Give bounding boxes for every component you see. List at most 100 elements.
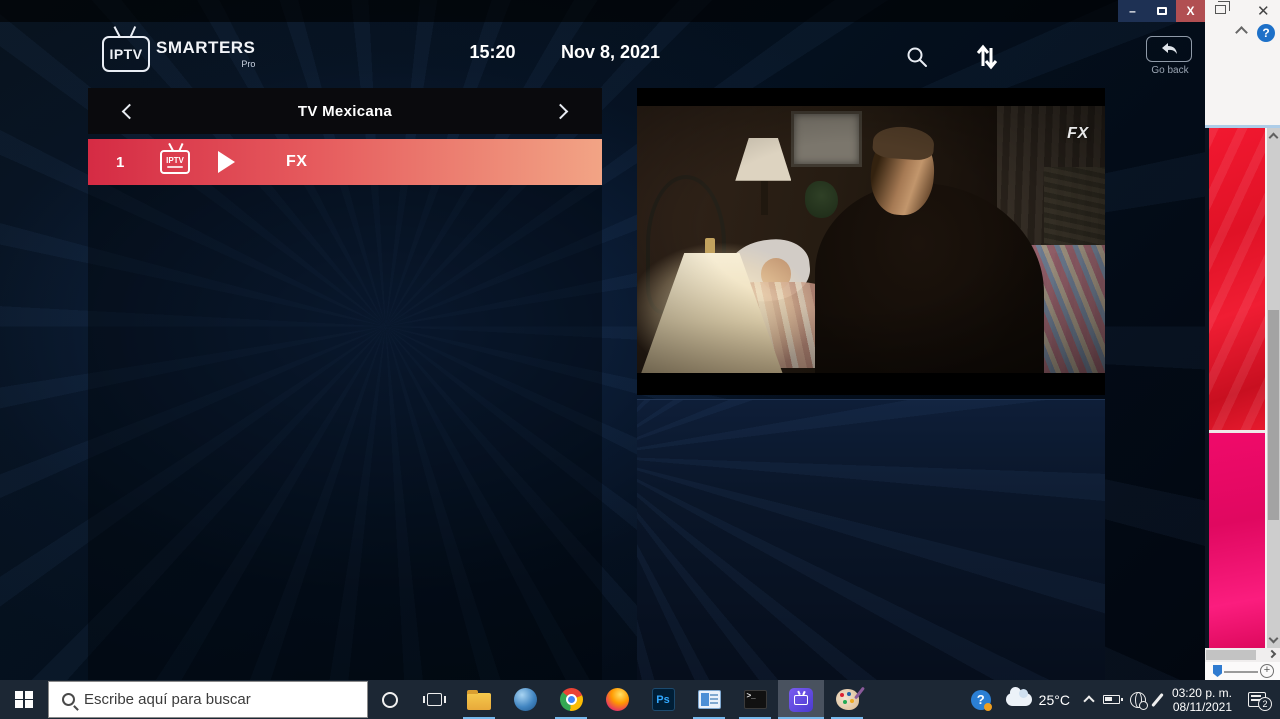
channel-name: FX	[286, 153, 307, 171]
app-titlebar[interactable]	[0, 0, 1205, 22]
taskbar-terminal[interactable]: >_	[732, 680, 778, 719]
sort-icon[interactable]	[972, 42, 1002, 72]
background-window[interactable]: ✕ ? +	[1205, 0, 1280, 680]
tray-help[interactable]: ?	[966, 680, 996, 719]
taskbar-paint[interactable]	[824, 680, 870, 719]
system-tray: ? 25°C 03:20 p. m. 08/11/2021	[966, 680, 1280, 719]
vertical-scrollbar[interactable]	[1267, 128, 1280, 648]
bgwin-red-image	[1209, 128, 1265, 432]
category-title: TV Mexicana	[298, 103, 392, 120]
taskbar-search-input[interactable]	[84, 691, 334, 708]
tray-date: 08/11/2021	[1173, 700, 1232, 714]
scroll-right-icon[interactable]	[1268, 650, 1276, 658]
cortana-icon	[382, 692, 398, 708]
paint-icon	[836, 689, 859, 710]
back-arrow-icon	[1159, 42, 1179, 56]
chrome-icon	[560, 688, 583, 711]
battery-icon	[1103, 695, 1120, 704]
network-globe-icon	[1130, 692, 1146, 708]
notification-badge: 2	[1258, 697, 1272, 711]
channel-number: 1	[116, 154, 136, 171]
logo-iptv-text: IPTV	[109, 46, 142, 62]
tray-network[interactable]	[1125, 680, 1151, 719]
tray-clock[interactable]: 03:20 p. m. 08/11/2021	[1164, 686, 1240, 714]
tv-logo-icon: IPTV	[102, 36, 150, 72]
windows-logo-icon	[15, 691, 33, 709]
iptv-smarters-icon	[789, 688, 813, 712]
taskbar-search-icon	[62, 693, 75, 706]
fx-watermark: FX	[1067, 125, 1088, 143]
taskbar-photoshop[interactable]: Ps	[640, 680, 686, 719]
tray-temperature: 25°C	[1039, 692, 1070, 708]
bgwin-help-icon[interactable]: ?	[1257, 24, 1275, 42]
window-controls: – X	[1118, 0, 1205, 22]
bgwin-close-icon[interactable]: ✕	[1257, 2, 1270, 20]
weather-cloud-icon	[1006, 693, 1032, 706]
zoom-in-icon[interactable]: +	[1260, 664, 1274, 678]
desktop-screen: – X IPTV SMARTERS Pro 15:20 Nov 8, 2021	[0, 0, 1280, 719]
video-player[interactable]: FX	[637, 88, 1105, 395]
logo-smarters-text: SMARTERS	[156, 38, 255, 58]
go-back-button[interactable]	[1146, 36, 1192, 62]
tray-pen[interactable]	[1151, 680, 1164, 719]
task-view-icon	[427, 693, 442, 706]
bgwin-restore-icon[interactable]	[1215, 5, 1226, 14]
channel-logo-text: IPTV	[166, 157, 184, 165]
tray-notifications[interactable]: 2	[1240, 680, 1280, 719]
taskbar-iptv-smarters[interactable]	[778, 680, 824, 719]
taskbar-search-box[interactable]	[48, 681, 368, 718]
start-button[interactable]	[0, 680, 48, 719]
notification-icon: 2	[1248, 692, 1266, 707]
go-back-label: Go back	[1146, 65, 1194, 76]
play-icon	[218, 151, 235, 173]
help-icon: ?	[971, 690, 991, 710]
media-app-icon	[698, 690, 721, 709]
bgwin-statusbar: +	[1205, 662, 1280, 680]
scrollbar-thumb[interactable]	[1268, 310, 1279, 520]
epg-panel	[637, 399, 1105, 680]
tray-time: 03:20 p. m.	[1172, 686, 1232, 700]
app-logo: IPTV SMARTERS Pro	[102, 26, 255, 72]
go-back-control: Go back	[1146, 36, 1194, 76]
bgwin-pink-image	[1209, 433, 1265, 656]
app-clock-time: 15:20	[440, 42, 545, 63]
horizontal-scrollbar[interactable]	[1205, 648, 1280, 662]
close-button[interactable]: X	[1176, 0, 1205, 22]
channel-row[interactable]: 1 IPTV FX	[88, 139, 602, 185]
zoom-slider[interactable]	[1213, 665, 1222, 677]
tray-overflow[interactable]	[1080, 680, 1098, 719]
pen-icon	[1151, 692, 1164, 706]
taskbar-apps: Ps >_	[456, 680, 870, 719]
tray-battery[interactable]	[1098, 680, 1125, 719]
taskbar-winbox[interactable]	[502, 680, 548, 719]
logo-pro-text: Pro	[241, 59, 255, 69]
prev-category-icon[interactable]	[122, 103, 138, 119]
photoshop-icon: Ps	[652, 688, 675, 711]
channel-logo-icon: IPTV	[160, 150, 190, 174]
search-icon[interactable]	[902, 42, 932, 72]
firefox-icon	[606, 688, 629, 711]
channel-list-area	[88, 185, 602, 680]
terminal-icon: >_	[744, 690, 767, 709]
iptv-smarters-window: – X IPTV SMARTERS Pro 15:20 Nov 8, 2021	[0, 0, 1205, 680]
bgwin-collapse-icon[interactable]	[1235, 26, 1248, 39]
taskbar-media-app[interactable]	[686, 680, 732, 719]
taskbar-file-explorer[interactable]	[456, 680, 502, 719]
scroll-up-icon[interactable]	[1269, 133, 1279, 143]
task-view-button[interactable]	[412, 680, 456, 719]
taskbar-chrome[interactable]	[548, 680, 594, 719]
video-frame: FX	[637, 106, 1105, 373]
app-clock-date: Nov 8, 2021	[548, 42, 673, 63]
taskbar-firefox[interactable]	[594, 680, 640, 719]
blue-sphere-icon	[514, 688, 537, 711]
maximize-button[interactable]	[1147, 0, 1176, 22]
minimize-button[interactable]: –	[1118, 0, 1147, 22]
cortana-button[interactable]	[368, 680, 412, 719]
next-category-icon[interactable]	[553, 103, 569, 119]
scroll-down-icon[interactable]	[1269, 634, 1279, 644]
chevron-up-icon	[1083, 695, 1094, 706]
taskbar: Ps >_ ?	[0, 680, 1280, 719]
tray-weather[interactable]: 25°C	[996, 680, 1080, 719]
category-header: TV Mexicana	[88, 88, 602, 134]
restore-icon	[1157, 7, 1167, 15]
